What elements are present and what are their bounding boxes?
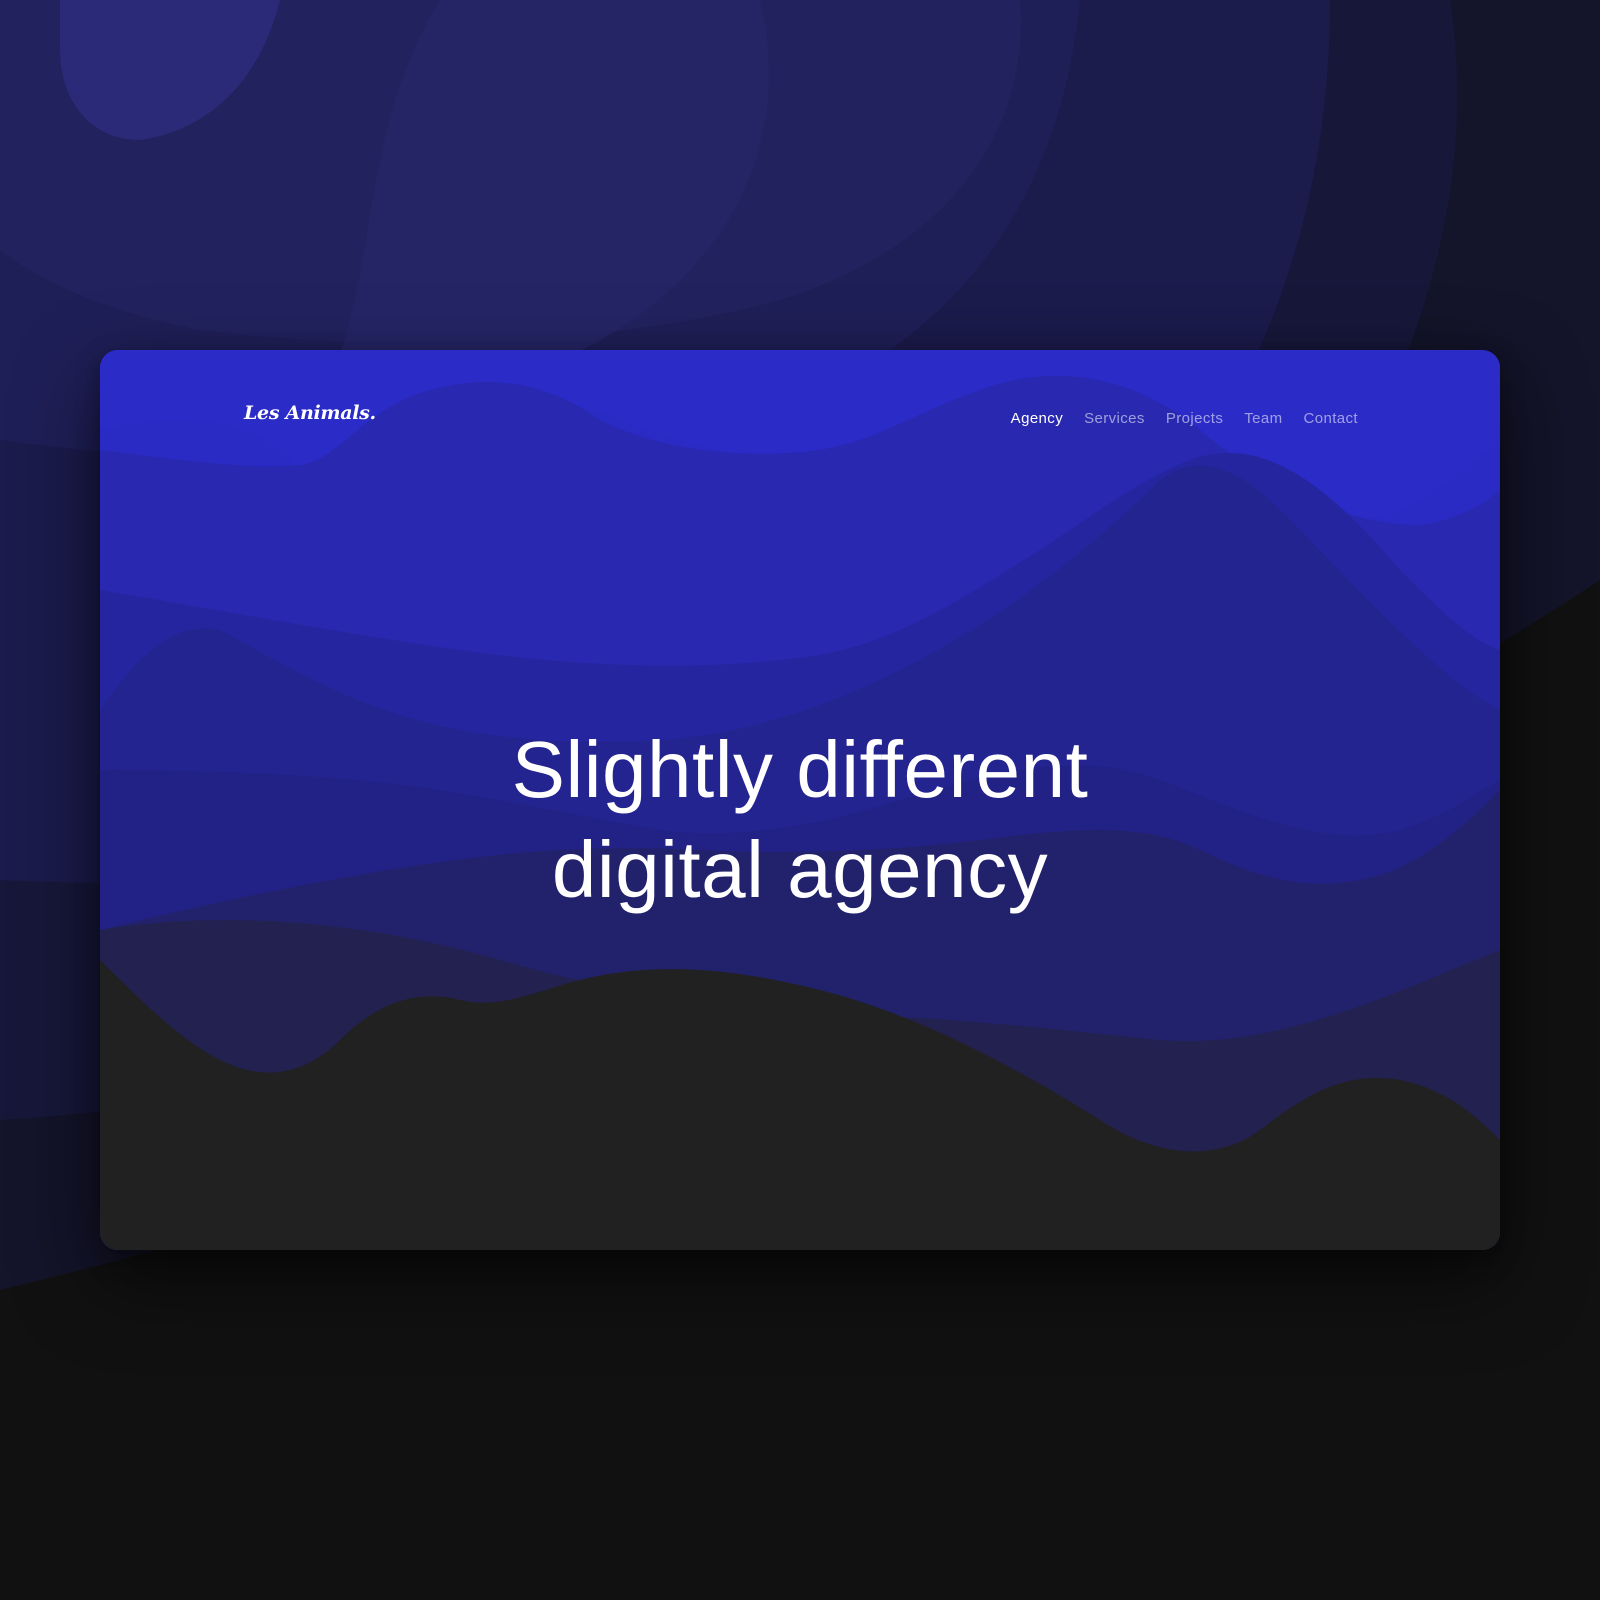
nav-link-contact[interactable]: Contact [1304, 410, 1359, 427]
nav-link-agency[interactable]: Agency [1011, 410, 1063, 427]
nav-menu: Agency Services Projects Team Contact [1011, 408, 1358, 427]
top-navigation: Les Animals. Agency Services Projects Te… [100, 350, 1500, 490]
nav-link-projects[interactable]: Projects [1166, 410, 1223, 427]
nav-link-team[interactable]: Team [1244, 410, 1282, 427]
brand-logo[interactable]: Les Animals. [244, 402, 376, 424]
nav-item-agency: Agency [1011, 408, 1063, 427]
hero-headline: Slightly different digital agency [100, 720, 1500, 920]
nav-item-contact: Contact [1304, 408, 1359, 427]
hero-card: Les Animals. Agency Services Projects Te… [100, 350, 1500, 1250]
nav-item-projects: Projects [1166, 408, 1223, 427]
nav-item-team: Team [1244, 408, 1282, 427]
nav-link-services[interactable]: Services [1084, 410, 1145, 427]
hero-headline-line-1: Slightly different [511, 725, 1089, 814]
hero-headline-line-2: digital agency [551, 825, 1049, 914]
nav-item-services: Services [1084, 408, 1145, 427]
